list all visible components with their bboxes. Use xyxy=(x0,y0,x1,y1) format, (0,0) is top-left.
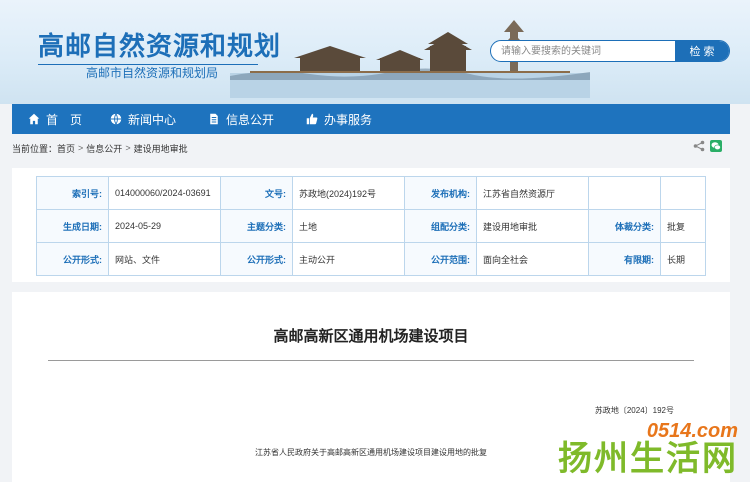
nav-label: 信息公开 xyxy=(226,112,275,127)
breadcrumb-info[interactable]: 信息公开 xyxy=(86,142,122,155)
meta-key: 生成日期: xyxy=(36,209,109,243)
metadata-table: 索引号: 014000060/2024-03691 文号: 苏政地(2024)1… xyxy=(36,176,706,276)
thumbs-up-icon xyxy=(306,113,318,125)
meta-value: 面向全社会 xyxy=(476,242,589,276)
site-title[interactable]: 高邮自然资源和规划 xyxy=(38,26,281,63)
document-number: 苏政地〔2024〕192号 xyxy=(594,406,674,415)
meta-key: 文号: xyxy=(220,176,293,210)
meta-value: 网站、文件 xyxy=(108,242,221,276)
article-title: 高邮高新区通用机场建设项目 xyxy=(273,328,469,345)
site-header: 高邮自然资源和规划 高邮市自然资源和规划局 检 索 xyxy=(0,0,750,104)
table-row: 生成日期: 2024-05-29 主题分类: 土地 组配分类: 建设用地审批 体… xyxy=(36,209,706,243)
metadata-card: 索引号: 014000060/2024-03691 文号: 苏政地(2024)1… xyxy=(12,168,730,282)
meta-key: 发布机构: xyxy=(404,176,477,210)
meta-key: 公开形式: xyxy=(36,242,109,276)
table-row: 索引号: 014000060/2024-03691 文号: 苏政地(2024)1… xyxy=(36,176,706,210)
search-box: 检 索 xyxy=(490,40,730,62)
nav-label: 办事服务 xyxy=(324,112,373,127)
table-row: 公开形式: 网站、文件 公开形式: 主动公开 公开范围: 面向全社会 有限期: … xyxy=(36,242,706,276)
breadcrumb-separator: > xyxy=(125,143,131,153)
meta-key: 有限期: xyxy=(588,242,661,276)
search-button[interactable]: 检 索 xyxy=(675,41,729,61)
search-input[interactable] xyxy=(491,41,677,61)
meta-value xyxy=(660,176,706,210)
meta-value: 苏政地(2024)192号 xyxy=(292,176,405,210)
globe-icon xyxy=(110,113,122,125)
watermark-name: 扬州生活网 xyxy=(558,439,738,479)
meta-key: 组配分类: xyxy=(404,209,477,243)
meta-value: 土地 xyxy=(292,209,405,243)
meta-value: 014000060/2024-03691 xyxy=(108,176,221,210)
meta-key: 公开形式: xyxy=(220,242,293,276)
breadcrumb-prefix: 当前位置： xyxy=(12,143,58,154)
nav-item-home[interactable]: 首 页 xyxy=(12,104,94,134)
meta-key: 索引号: xyxy=(36,176,109,210)
share-icon[interactable] xyxy=(693,140,705,152)
site-subtitle: 高邮市自然资源和规划局 xyxy=(86,66,219,80)
nav-item-news[interactable]: 新闻中心 xyxy=(94,104,192,134)
article-divider xyxy=(48,360,694,361)
breadcrumb-current[interactable]: 建设用地审批 xyxy=(134,142,188,155)
nav-item-services[interactable]: 办事服务 xyxy=(290,104,388,134)
wechat-icon[interactable] xyxy=(710,140,722,152)
meta-value: 江苏省自然资源厅 xyxy=(476,176,589,210)
meta-value: 2024-05-29 xyxy=(108,209,221,243)
meta-key: 主题分类: xyxy=(220,209,293,243)
meta-key xyxy=(588,176,661,210)
meta-value: 建设用地审批 xyxy=(476,209,589,243)
nav-label: 新闻中心 xyxy=(128,112,177,127)
meta-value: 批复 xyxy=(660,209,706,243)
document-icon xyxy=(210,113,218,125)
main-nav: 首 页 新闻中心 信息公开 办事服务 xyxy=(12,104,730,134)
meta-key: 公开范围: xyxy=(404,242,477,276)
breadcrumb: 当前位置： 首页 > 信息公开 > 建设用地审批 xyxy=(12,140,730,156)
home-icon xyxy=(28,113,40,125)
meta-value: 长期 xyxy=(660,242,706,276)
meta-key: 体裁分类: xyxy=(588,209,661,243)
watermark-logo: 0514.com 扬州生活网 xyxy=(522,420,742,482)
breadcrumb-separator: > xyxy=(78,143,84,153)
nav-item-info[interactable]: 信息公开 xyxy=(192,104,290,134)
breadcrumb-home[interactable]: 首页 xyxy=(57,142,75,155)
nav-label: 首 页 xyxy=(46,112,83,127)
share-tools xyxy=(693,140,722,152)
meta-value: 主动公开 xyxy=(292,242,405,276)
